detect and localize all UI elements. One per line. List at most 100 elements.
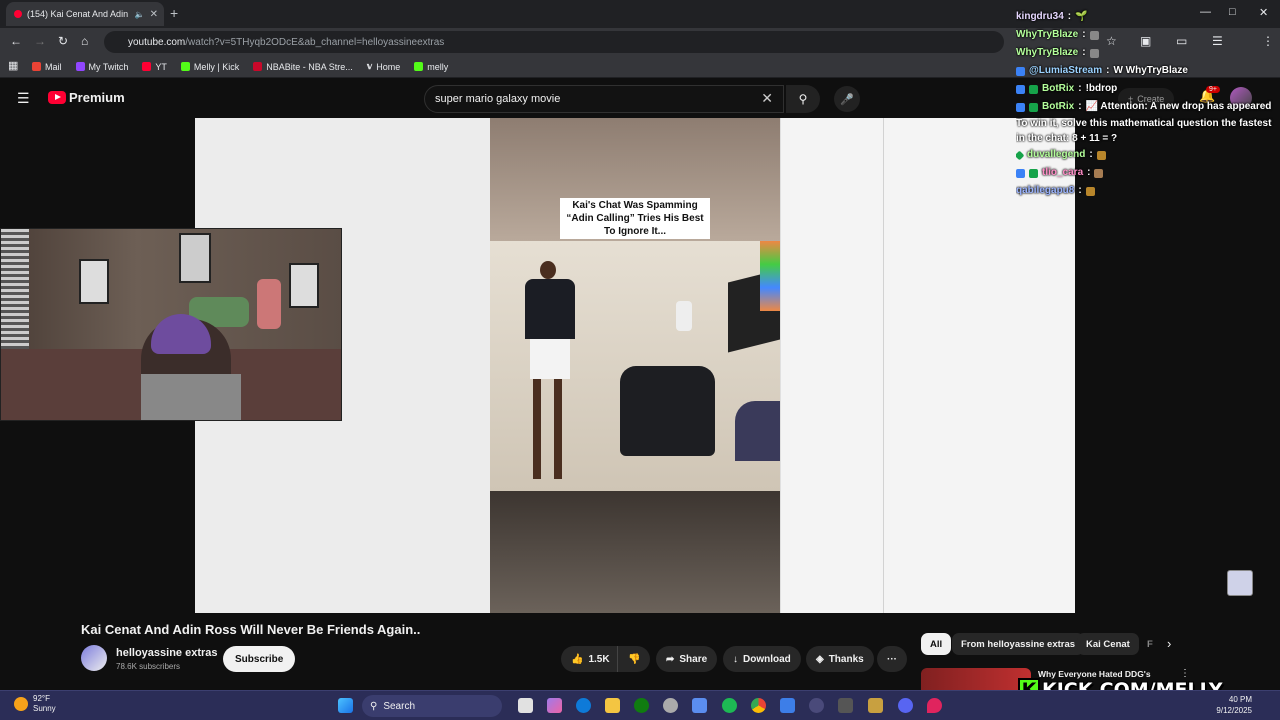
photos-icon[interactable] (780, 698, 795, 713)
bookmark-yt[interactable]: YT (142, 62, 167, 72)
weather-condition: Sunny (33, 704, 56, 713)
speaker-icon[interactable]: 🔈 (135, 10, 145, 19)
system-clock[interactable]: 40 PM 9/12/2025 (1202, 694, 1252, 716)
dislike-button[interactable]: 👎 (617, 646, 651, 672)
thumbs-down-icon: 👎 (628, 653, 641, 665)
badge-icon (1016, 168, 1025, 178)
weather-widget[interactable]: 92°F Sunny (14, 694, 56, 714)
wall-poster (289, 263, 319, 308)
voice-search-button[interactable]: 🎤 (834, 86, 860, 112)
close-tab-icon[interactable]: ✕ (150, 9, 164, 20)
app-icon[interactable] (838, 698, 853, 713)
chat-text: To win it, solve this mathematical quest… (1016, 118, 1272, 129)
streamer-webcam-overlay (0, 228, 342, 421)
chip-partial[interactable]: F (1138, 633, 1162, 655)
search-query: super mario galaxy movie (435, 93, 561, 105)
emote-icon (1094, 168, 1104, 178)
background-person (676, 301, 692, 331)
chat-message: kingdru34 : 🌱 (1016, 8, 1280, 26)
emote-icon (1089, 30, 1099, 40)
verified-badge-icon (1029, 84, 1038, 94)
bookmark-nbabite[interactable]: NBABite - NBA Stre... (253, 62, 353, 72)
more-actions-button[interactable]: ··· (877, 646, 907, 672)
wall-poster (79, 259, 109, 304)
streamer-shirt (141, 374, 241, 420)
clear-search-icon[interactable]: ✕ (761, 90, 773, 107)
bookmark-melly[interactable]: melly (414, 62, 448, 72)
edge-icon[interactable] (576, 698, 591, 713)
url-host: youtube.com (128, 36, 186, 48)
chip-all[interactable]: All (921, 633, 952, 655)
forward-icon[interactable]: → (34, 34, 46, 48)
bookmark-my-twitch[interactable]: My Twitch (75, 62, 128, 72)
video-caption: Kai's Chat Was Spamming “Adin Calling” T… (560, 198, 710, 239)
chrome-icon[interactable] (751, 698, 766, 713)
chat-message: duvallegend : (1016, 146, 1280, 164)
media-player-icon[interactable] (809, 698, 824, 713)
chip-from-channel[interactable]: From helloyassine extras (952, 633, 1085, 655)
chevron-right-icon[interactable]: › (1167, 636, 1171, 651)
spotify-icon[interactable] (722, 698, 737, 713)
emote-icon (1089, 48, 1099, 58)
sunny-icon (14, 697, 28, 711)
bookmark-x-home[interactable]: 𝕧 Home (367, 61, 400, 72)
person-leg (533, 379, 541, 479)
app-icon[interactable] (868, 698, 883, 713)
search-icon: ⚲ (798, 92, 808, 106)
hamburger-menu-icon[interactable]: ☰ (17, 90, 30, 107)
chat-text: 🌱 (1075, 11, 1088, 22)
copilot-icon[interactable] (547, 698, 562, 713)
subscriber-count: 78.6K subscribers (116, 662, 181, 671)
file-explorer-icon[interactable] (605, 698, 620, 713)
bot-badge-icon (1016, 84, 1025, 94)
steam-icon[interactable] (663, 698, 678, 713)
chat-text: in the chat: 8 + 11 = ? (1016, 133, 1118, 144)
youtube-premium-logo[interactable]: Premium (48, 90, 125, 105)
subscribe-button[interactable]: Subscribe (223, 646, 296, 672)
chat-username: qabilegapu8 (1016, 185, 1075, 196)
taskbar-search[interactable]: ⚲ Search (362, 695, 502, 717)
location-pin-icon[interactable] (927, 698, 942, 713)
thanks-button[interactable]: ◈ Thanks (806, 646, 874, 672)
search-input[interactable]: super mario galaxy movie ✕ (424, 85, 784, 113)
stream-chat-strip (760, 241, 780, 311)
chat-message: tlio_cara : (1016, 164, 1280, 182)
chat-message: WhyTryBlaze : (1016, 44, 1280, 62)
home-icon[interactable]: ⌂ (81, 34, 88, 48)
channel-avatar[interactable] (81, 645, 107, 671)
kick-icon (180, 62, 190, 71)
store-icon[interactable] (692, 698, 707, 713)
bookmark-mail[interactable]: Mail (32, 62, 62, 72)
apps-grid-icon[interactable]: ▦ (8, 59, 18, 72)
chat-message: BotRix : !bdrop (1016, 80, 1280, 98)
gmail-icon (32, 62, 41, 71)
youtube-icon (142, 62, 152, 71)
share-button[interactable]: ➦ Share (656, 646, 718, 672)
chat-username: BotRix (1042, 83, 1075, 94)
like-button[interactable]: 👍 1.5K (561, 646, 620, 672)
chat-text: 📈 Attention: A new drop has appeared (1085, 101, 1272, 112)
clock-time: 40 PM (1228, 695, 1252, 704)
task-view-icon[interactable] (518, 698, 533, 713)
reload-icon[interactable]: ↻ (58, 34, 68, 48)
start-windows-icon[interactable] (338, 698, 353, 713)
search-button[interactable]: ⚲ (786, 85, 820, 113)
twitch-icon (75, 62, 85, 71)
download-button[interactable]: ↓ Download (723, 646, 801, 672)
video-frame[interactable]: Kai's Chat Was Spamming “Adin Calling” T… (490, 118, 780, 613)
address-bar[interactable]: youtube.com/watch?v=5THyqb2ODcE&ab_chann… (104, 31, 1004, 53)
new-tab-button[interactable]: + (170, 5, 178, 21)
discord-icon[interactable] (898, 698, 913, 713)
download-icon: ↓ (733, 653, 738, 665)
channel-name[interactable]: helloyassine extras (116, 647, 218, 659)
xbox-icon[interactable] (634, 698, 649, 713)
wall-poster (179, 233, 211, 283)
chat-username: WhyTryBlaze (1016, 47, 1079, 58)
bookmark-melly-kick[interactable]: Melly | Kick (180, 62, 239, 72)
chat-username: duvallegend (1027, 149, 1086, 160)
browser-tab-active[interactable]: (154) Kai Cenat And Adin R 🔈 ✕ (6, 2, 164, 26)
back-icon[interactable]: ← (10, 34, 22, 48)
x-logo-icon: 𝕧 (366, 61, 373, 71)
related-video-thumbnail[interactable] (921, 668, 1031, 690)
chip-kai-cenat[interactable]: Kai Cenat (1077, 633, 1139, 655)
